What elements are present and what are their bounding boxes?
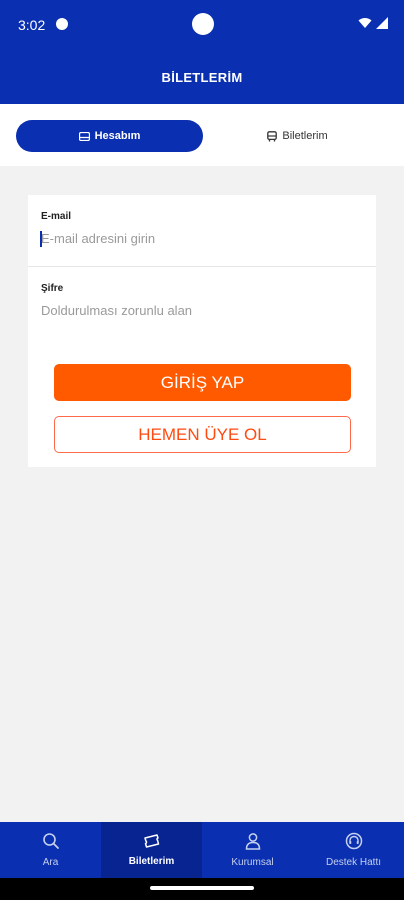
email-label: E-mail — [41, 211, 72, 222]
wifi-icon — [358, 18, 372, 28]
nav-item-ara[interactable]: Ara — [0, 822, 101, 878]
status-indicators — [358, 17, 388, 29]
status-bar: 3:02 — [0, 0, 404, 50]
tab-hesabim-label: Hesabım — [94, 130, 141, 142]
tab-biletlerim-label: Biletlerim — [282, 130, 328, 142]
search-icon — [42, 833, 59, 849]
signal-icon — [376, 17, 388, 29]
bottom-navigation: Ara Biletlerim Kurumsal Destek Hattı — [0, 822, 404, 878]
password-label: Şifre — [41, 283, 64, 294]
nav-item-kurumsal[interactable]: Kurumsal — [202, 822, 303, 878]
home-gesture-handle[interactable] — [150, 886, 254, 890]
bus-icon — [267, 130, 278, 141]
camera-cutout — [192, 13, 214, 35]
card-icon — [78, 131, 90, 141]
nav-item-label: Kurumsal — [231, 857, 274, 868]
ticket-icon — [143, 834, 159, 848]
password-input[interactable] — [41, 303, 361, 318]
status-time: 3:02 — [18, 17, 46, 33]
gesture-bar — [0, 878, 404, 900]
tab-hesabim[interactable]: Hesabım — [16, 120, 203, 152]
login-card: E-mail Şifre GİRİŞ YAP HEMEN ÜYE OL — [28, 195, 376, 467]
nav-item-destek-hatti[interactable]: Destek Hattı — [303, 822, 404, 878]
page-title: BİLETLERİM — [161, 69, 243, 85]
email-input[interactable] — [41, 231, 361, 246]
nav-item-label: Ara — [42, 857, 59, 868]
tab-bar: Hesabım Biletlerim — [0, 104, 404, 166]
nav-item-biletlerim[interactable]: Biletlerim — [101, 822, 202, 878]
headset-icon — [345, 832, 362, 850]
person-icon — [245, 833, 260, 850]
login-button[interactable]: GİRİŞ YAP — [54, 364, 351, 401]
email-field-group: E-mail — [28, 195, 376, 267]
tab-biletlerim[interactable]: Biletlerim — [210, 120, 385, 152]
password-field-group: Şifre — [28, 267, 376, 337]
nav-item-label: Destek Hattı — [325, 857, 382, 868]
notification-icon — [56, 18, 68, 30]
nav-item-label: Biletlerim — [128, 856, 175, 867]
register-button[interactable]: HEMEN ÜYE OL — [54, 416, 351, 453]
app-header: BİLETLERİM — [0, 50, 404, 104]
